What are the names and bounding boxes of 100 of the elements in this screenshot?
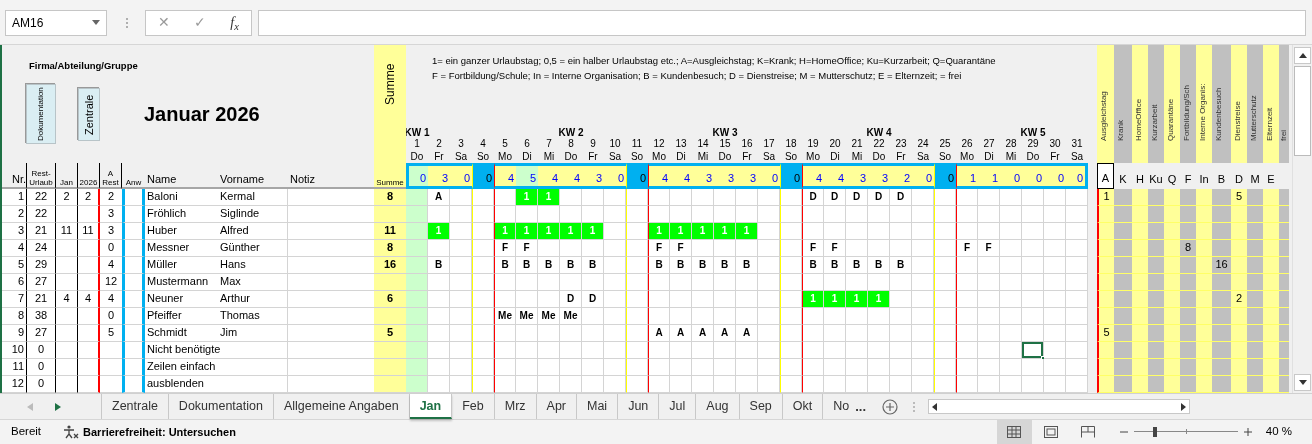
day-cell: 1 xyxy=(692,223,714,240)
sheet-button[interactable]: Zentrale xyxy=(78,87,100,141)
day-cell xyxy=(758,274,780,291)
table-cell xyxy=(1148,206,1164,223)
day-total: 5 xyxy=(516,163,538,189)
table-cell xyxy=(1132,257,1148,274)
day-number: 11 xyxy=(630,137,644,150)
day-cell xyxy=(780,274,802,291)
column-header: K xyxy=(1118,172,1128,187)
day-total: 0 xyxy=(604,163,626,189)
table-cell xyxy=(1097,308,1114,325)
table-cell xyxy=(1263,359,1279,376)
category-label: Elternzeit xyxy=(1263,45,1279,163)
table-cell xyxy=(1279,376,1289,393)
vertical-scrollbar[interactable] xyxy=(1292,45,1312,393)
table-cell xyxy=(1132,342,1148,359)
day-cell: F xyxy=(494,240,516,257)
left-arrow-icon[interactable] xyxy=(932,402,938,411)
table-cell xyxy=(1148,376,1164,393)
table-cell xyxy=(1247,274,1263,291)
formula-field[interactable] xyxy=(258,9,1306,36)
scroll-thumb[interactable] xyxy=(1294,66,1311,156)
slider-thumb[interactable] xyxy=(1152,427,1157,437)
accessibility-icon[interactable] xyxy=(63,425,80,439)
week-label: KW 5 xyxy=(1022,126,1044,137)
table-cell xyxy=(1114,223,1132,240)
table-cell: 2 xyxy=(56,189,78,206)
day-cell xyxy=(560,206,582,223)
table-cell: 3 xyxy=(100,206,122,223)
table-cell xyxy=(100,342,122,359)
scroll-down-button[interactable] xyxy=(1294,374,1311,391)
zoom-level[interactable]: 40 % xyxy=(1265,423,1292,441)
table-cell xyxy=(1180,325,1196,342)
table-cell xyxy=(1114,189,1132,206)
day-number: 24 xyxy=(916,137,930,150)
insert-function-button[interactable]: f$_{x}$ xyxy=(230,12,239,33)
day-cell xyxy=(516,359,538,376)
day-total: 0 xyxy=(1000,163,1022,189)
normal-view-button[interactable] xyxy=(996,420,1032,444)
day-cell: 1 xyxy=(846,291,868,308)
next-sheet-icon[interactable] xyxy=(55,402,61,411)
day-number: 21 xyxy=(850,137,864,150)
table-cell xyxy=(1180,308,1196,325)
day-cell xyxy=(494,274,516,291)
table-cell xyxy=(1148,257,1164,274)
more-sheets-link[interactable]: ... xyxy=(855,396,867,417)
sheet-button[interactable]: Dokumentation xyxy=(26,84,56,144)
scroll-up-button[interactable] xyxy=(1294,47,1311,64)
day-number: 5 xyxy=(501,137,509,150)
day-cell xyxy=(868,359,890,376)
more-icon xyxy=(912,400,917,413)
table-cell xyxy=(100,359,122,376)
day-cell: F xyxy=(670,240,692,257)
table-cell xyxy=(122,291,145,308)
day-cell xyxy=(670,206,692,223)
day-cell xyxy=(978,274,1000,291)
accessibility-status[interactable]: Barrierefreiheit: Untersuchen xyxy=(83,423,236,441)
table-cell xyxy=(1263,206,1279,223)
add-sheet-icon[interactable] xyxy=(882,398,899,415)
day-cell xyxy=(648,359,670,376)
horizontal-scrollbar[interactable] xyxy=(928,399,1191,414)
zoom-slider[interactable] xyxy=(1133,427,1238,437)
sheet-tab[interactable]: No xyxy=(823,394,852,419)
table-cell xyxy=(1180,274,1196,291)
table-cell xyxy=(1114,291,1132,308)
day-total: 4 xyxy=(538,163,560,189)
table-cell: ausblenden xyxy=(145,376,288,393)
caret-icon xyxy=(92,20,100,25)
sheet-tab[interactable]: Jan xyxy=(409,394,453,419)
day-cell xyxy=(472,274,494,291)
right-arrow-icon[interactable] xyxy=(1181,402,1187,411)
day-total: 3 xyxy=(582,163,604,189)
table-cell xyxy=(1148,342,1164,359)
table-cell xyxy=(1263,308,1279,325)
day-number: 31 xyxy=(1070,137,1084,150)
day-number: 3 xyxy=(457,137,465,150)
table-cell xyxy=(374,274,406,291)
table-cell: 8 xyxy=(374,189,406,206)
table-cell xyxy=(1148,240,1164,257)
day-cell: B xyxy=(692,257,714,274)
weekday-label: Di xyxy=(675,150,687,163)
day-number: 12 xyxy=(652,137,666,150)
table-cell: Zeilen einfach xyxy=(145,359,288,376)
name-box[interactable]: AM16 xyxy=(5,9,107,36)
day-cell xyxy=(406,206,428,223)
day-cell: Me xyxy=(494,308,516,325)
table-cell xyxy=(56,274,78,291)
zoom-in-icon[interactable] xyxy=(1243,428,1252,436)
table-cell: Nicht benötigte xyxy=(145,342,288,359)
weekday-label: Do xyxy=(1025,150,1041,163)
table-cell: 3 xyxy=(100,223,122,240)
day-total: 0 xyxy=(912,163,934,189)
day-cell xyxy=(582,359,604,376)
table-cell xyxy=(56,359,78,376)
table-cell xyxy=(1164,223,1180,240)
table-cell xyxy=(1231,342,1247,359)
table-cell xyxy=(1164,325,1180,342)
day-cell xyxy=(758,359,780,376)
weekday-label: Mi xyxy=(542,150,556,163)
day-cell: D xyxy=(560,291,582,308)
